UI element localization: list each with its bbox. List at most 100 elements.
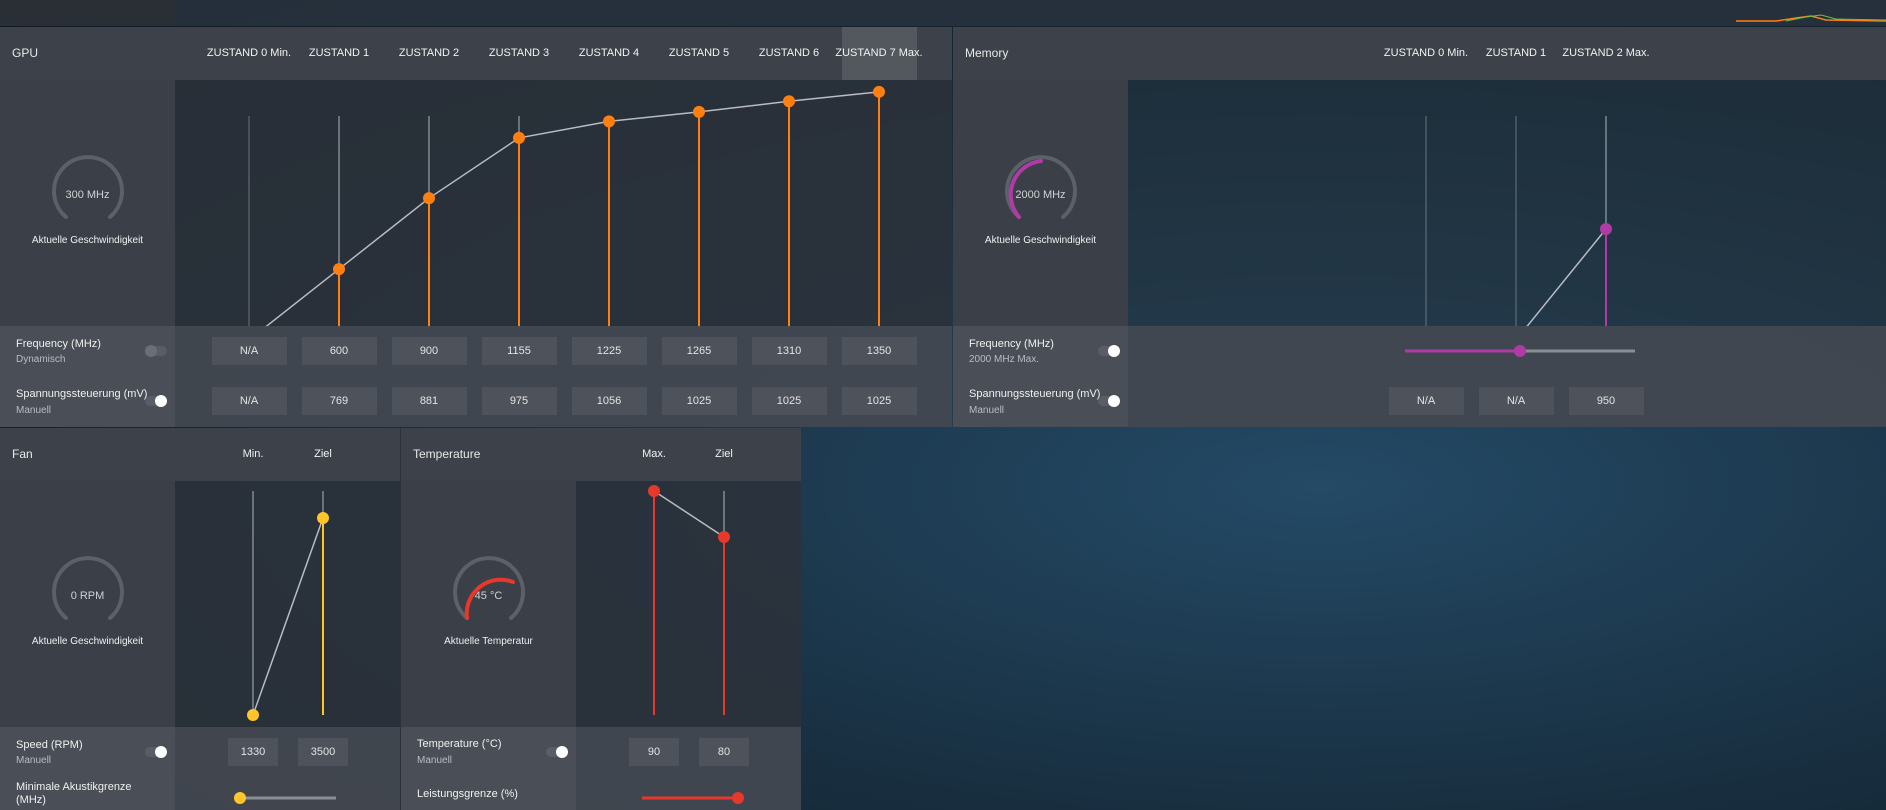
temperature-max-point xyxy=(648,485,660,497)
fan-panel: Fan Min. Ziel 0 RPM Aktuelle Geschwindigk… xyxy=(0,428,400,810)
gpu-panel: GPU ZUSTAND 0 Min. ZUSTAND 1 ZUSTAND 2 ZUST… xyxy=(0,27,952,427)
power-slider-knob xyxy=(732,792,744,804)
gpu-frequency-input[interactable]: 1155 xyxy=(481,337,557,365)
memory-frequency-slider[interactable] xyxy=(1400,341,1640,361)
temperature-target-point xyxy=(718,531,730,543)
memory-voltage-row: Spannungssteuerung (mV) Manuell N/A N/A 95… xyxy=(953,376,1886,427)
fan-column-column-header[interactable]: Min. xyxy=(243,448,264,460)
temperature-row: Temperature (°C) Manuell 90 80 xyxy=(401,727,801,777)
gpu-voltage-input[interactable]: 1025 xyxy=(751,387,827,415)
fan-acoustic-label: Minimale Akustikgrenze (MHz) xyxy=(16,781,132,806)
memory-slider-knob xyxy=(1514,345,1526,357)
memory-voltage-label: Spannungssteuerung (mV) xyxy=(969,388,1101,400)
power-limit-label: Leistungsgrenze (%) xyxy=(417,788,518,800)
gpu-voltage-input[interactable]: 1056 xyxy=(571,387,647,415)
fan-curve xyxy=(247,491,329,721)
temperature-column-column-header[interactable]: Max. xyxy=(642,448,666,460)
gpu-voltage-label: Spannungssteuerung (mV) xyxy=(16,388,148,400)
fan-acoustic-slider[interactable] xyxy=(232,791,342,805)
temperature-header: Temperature Max. Ziel xyxy=(401,428,801,481)
gpu-frequency-input[interactable]: 1310 xyxy=(751,337,827,365)
gpu-frequency-curve xyxy=(248,85,885,328)
power-limit-row: Leistungsgrenze (%) xyxy=(401,777,801,810)
fan-speed-label: Speed (RPM) xyxy=(16,739,83,751)
fan-target-point xyxy=(317,512,329,524)
memory-state-column-header[interactable]: ZUSTAND 1 xyxy=(1486,47,1546,59)
memory-voltage-toggle[interactable] xyxy=(1098,395,1120,407)
fan-header: Fan Min. Ziel xyxy=(0,428,400,481)
gpu-voltage-input[interactable]: N/A xyxy=(211,387,287,415)
memory-frequency-mode: 2000 MHz Max. xyxy=(969,354,1040,365)
gpu-voltage-input[interactable]: 975 xyxy=(481,387,557,415)
fan-curve-line xyxy=(252,517,324,716)
gpu-state-column-header[interactable]: ZUSTAND 2 xyxy=(399,47,459,59)
gpu-state-point xyxy=(783,95,795,108)
temperature-title: Temperature xyxy=(413,447,481,461)
gpu-frequency-input[interactable]: N/A xyxy=(211,337,287,365)
fan-slider-knob xyxy=(234,792,246,804)
temperature-toggle[interactable] xyxy=(546,746,568,758)
fan-acoustic-row: Minimale Akustikgrenze (MHz) xyxy=(0,777,400,810)
fan-speed-input[interactable]: 1330 xyxy=(228,738,278,766)
fan-column-column-header[interactable]: Ziel xyxy=(314,448,332,460)
memory-header: Memory ZUSTAND 0 Min. ZUSTAND 1 ZUSTAND 2 … xyxy=(953,27,1886,80)
gpu-state-point xyxy=(603,115,615,128)
temperature-curve-line xyxy=(653,490,725,538)
gpu-voltage-input[interactable]: 1025 xyxy=(841,387,917,415)
temperature-label: Temperature (°C) xyxy=(417,738,502,750)
temperature-input[interactable]: 80 xyxy=(699,738,749,766)
gpu-frequency-input[interactable]: 900 xyxy=(391,337,467,365)
gpu-state-point xyxy=(423,192,435,205)
power-limit-slider[interactable] xyxy=(639,791,749,805)
gpu-state-point xyxy=(693,105,705,118)
gpu-state-column-header[interactable]: ZUSTAND 3 xyxy=(489,47,549,59)
gpu-voltage-mode: Manuell xyxy=(16,405,52,416)
fan-speed-row: Speed (RPM) Manuell 1330 3500 xyxy=(0,727,400,777)
memory-state-point xyxy=(1600,223,1612,235)
gpu-frequency-label: Frequency (MHz) xyxy=(16,338,101,350)
fan-speed-mode: Manuell xyxy=(16,755,52,766)
gpu-frequency-toggle[interactable] xyxy=(145,345,167,357)
fan-speed-toggle[interactable] xyxy=(145,746,167,758)
gpu-voltage-input[interactable]: 1025 xyxy=(661,387,737,415)
temperature-panel: Temperature Max. Ziel 45 °C Aktuelle Temp… xyxy=(401,428,801,810)
memory-state-column-header[interactable]: ZUSTAND 2 Max. xyxy=(1562,47,1649,59)
memory-panel: Memory ZUSTAND 0 Min. ZUSTAND 1 ZUSTAND 2 … xyxy=(953,27,1886,427)
gpu-curve-line xyxy=(263,91,880,328)
fan-title: Fan xyxy=(12,447,33,461)
gpu-frequency-row: Frequency (MHz) Dynamisch N/A 600 900 1155 1… xyxy=(0,326,952,376)
memory-title: Memory xyxy=(965,46,1009,60)
temperature-column-column-header[interactable]: Ziel xyxy=(715,448,733,460)
gpu-voltage-toggle[interactable] xyxy=(145,395,167,407)
gpu-state-column-header[interactable]: ZUSTAND 1 xyxy=(309,47,369,59)
gpu-frequency-input[interactable]: 1265 xyxy=(661,337,737,365)
gpu-header: GPU ZUSTAND 0 Min. ZUSTAND 1 ZUSTAND 2 ZUST… xyxy=(0,27,952,80)
fan-min-point xyxy=(247,709,259,721)
gpu-voltage-input[interactable]: 881 xyxy=(391,387,467,415)
memory-frequency-curve xyxy=(1425,116,1612,328)
gpu-state-column-header[interactable]: ZUSTAND 7 Max. xyxy=(835,47,922,59)
gpu-voltage-input[interactable]: 769 xyxy=(301,387,377,415)
memory-frequency-label: Frequency (MHz) xyxy=(969,338,1054,350)
memory-state-column-header[interactable]: ZUSTAND 0 Min. xyxy=(1384,47,1468,59)
gpu-frequency-mode: Dynamisch xyxy=(16,354,66,365)
memory-frequency-row: Frequency (MHz) 2000 MHz Max. xyxy=(953,326,1886,376)
top-strip xyxy=(0,0,1886,26)
gpu-state-column-header[interactable]: ZUSTAND 6 xyxy=(759,47,819,59)
gpu-voltage-row: Spannungssteuerung (mV) Manuell N/A 769 88… xyxy=(0,376,952,427)
memory-voltage-input[interactable]: N/A xyxy=(1478,387,1554,415)
memory-voltage-input[interactable]: N/A xyxy=(1388,387,1464,415)
temperature-curve xyxy=(648,485,730,715)
temperature-input[interactable]: 90 xyxy=(629,738,679,766)
memory-voltage-input[interactable]: 950 xyxy=(1568,387,1644,415)
gpu-frequency-input[interactable]: 1225 xyxy=(571,337,647,365)
gpu-frequency-input[interactable]: 600 xyxy=(301,337,377,365)
temperature-mode: Manuell xyxy=(417,755,453,766)
gpu-state-point xyxy=(333,263,345,276)
memory-frequency-toggle[interactable] xyxy=(1098,345,1120,357)
gpu-frequency-input[interactable]: 1350 xyxy=(841,337,917,365)
gpu-state-column-header[interactable]: ZUSTAND 0 Min. xyxy=(207,47,291,59)
gpu-state-column-header[interactable]: ZUSTAND 4 xyxy=(579,47,639,59)
fan-speed-input[interactable]: 3500 xyxy=(298,738,348,766)
gpu-state-column-header[interactable]: ZUSTAND 5 xyxy=(669,47,729,59)
